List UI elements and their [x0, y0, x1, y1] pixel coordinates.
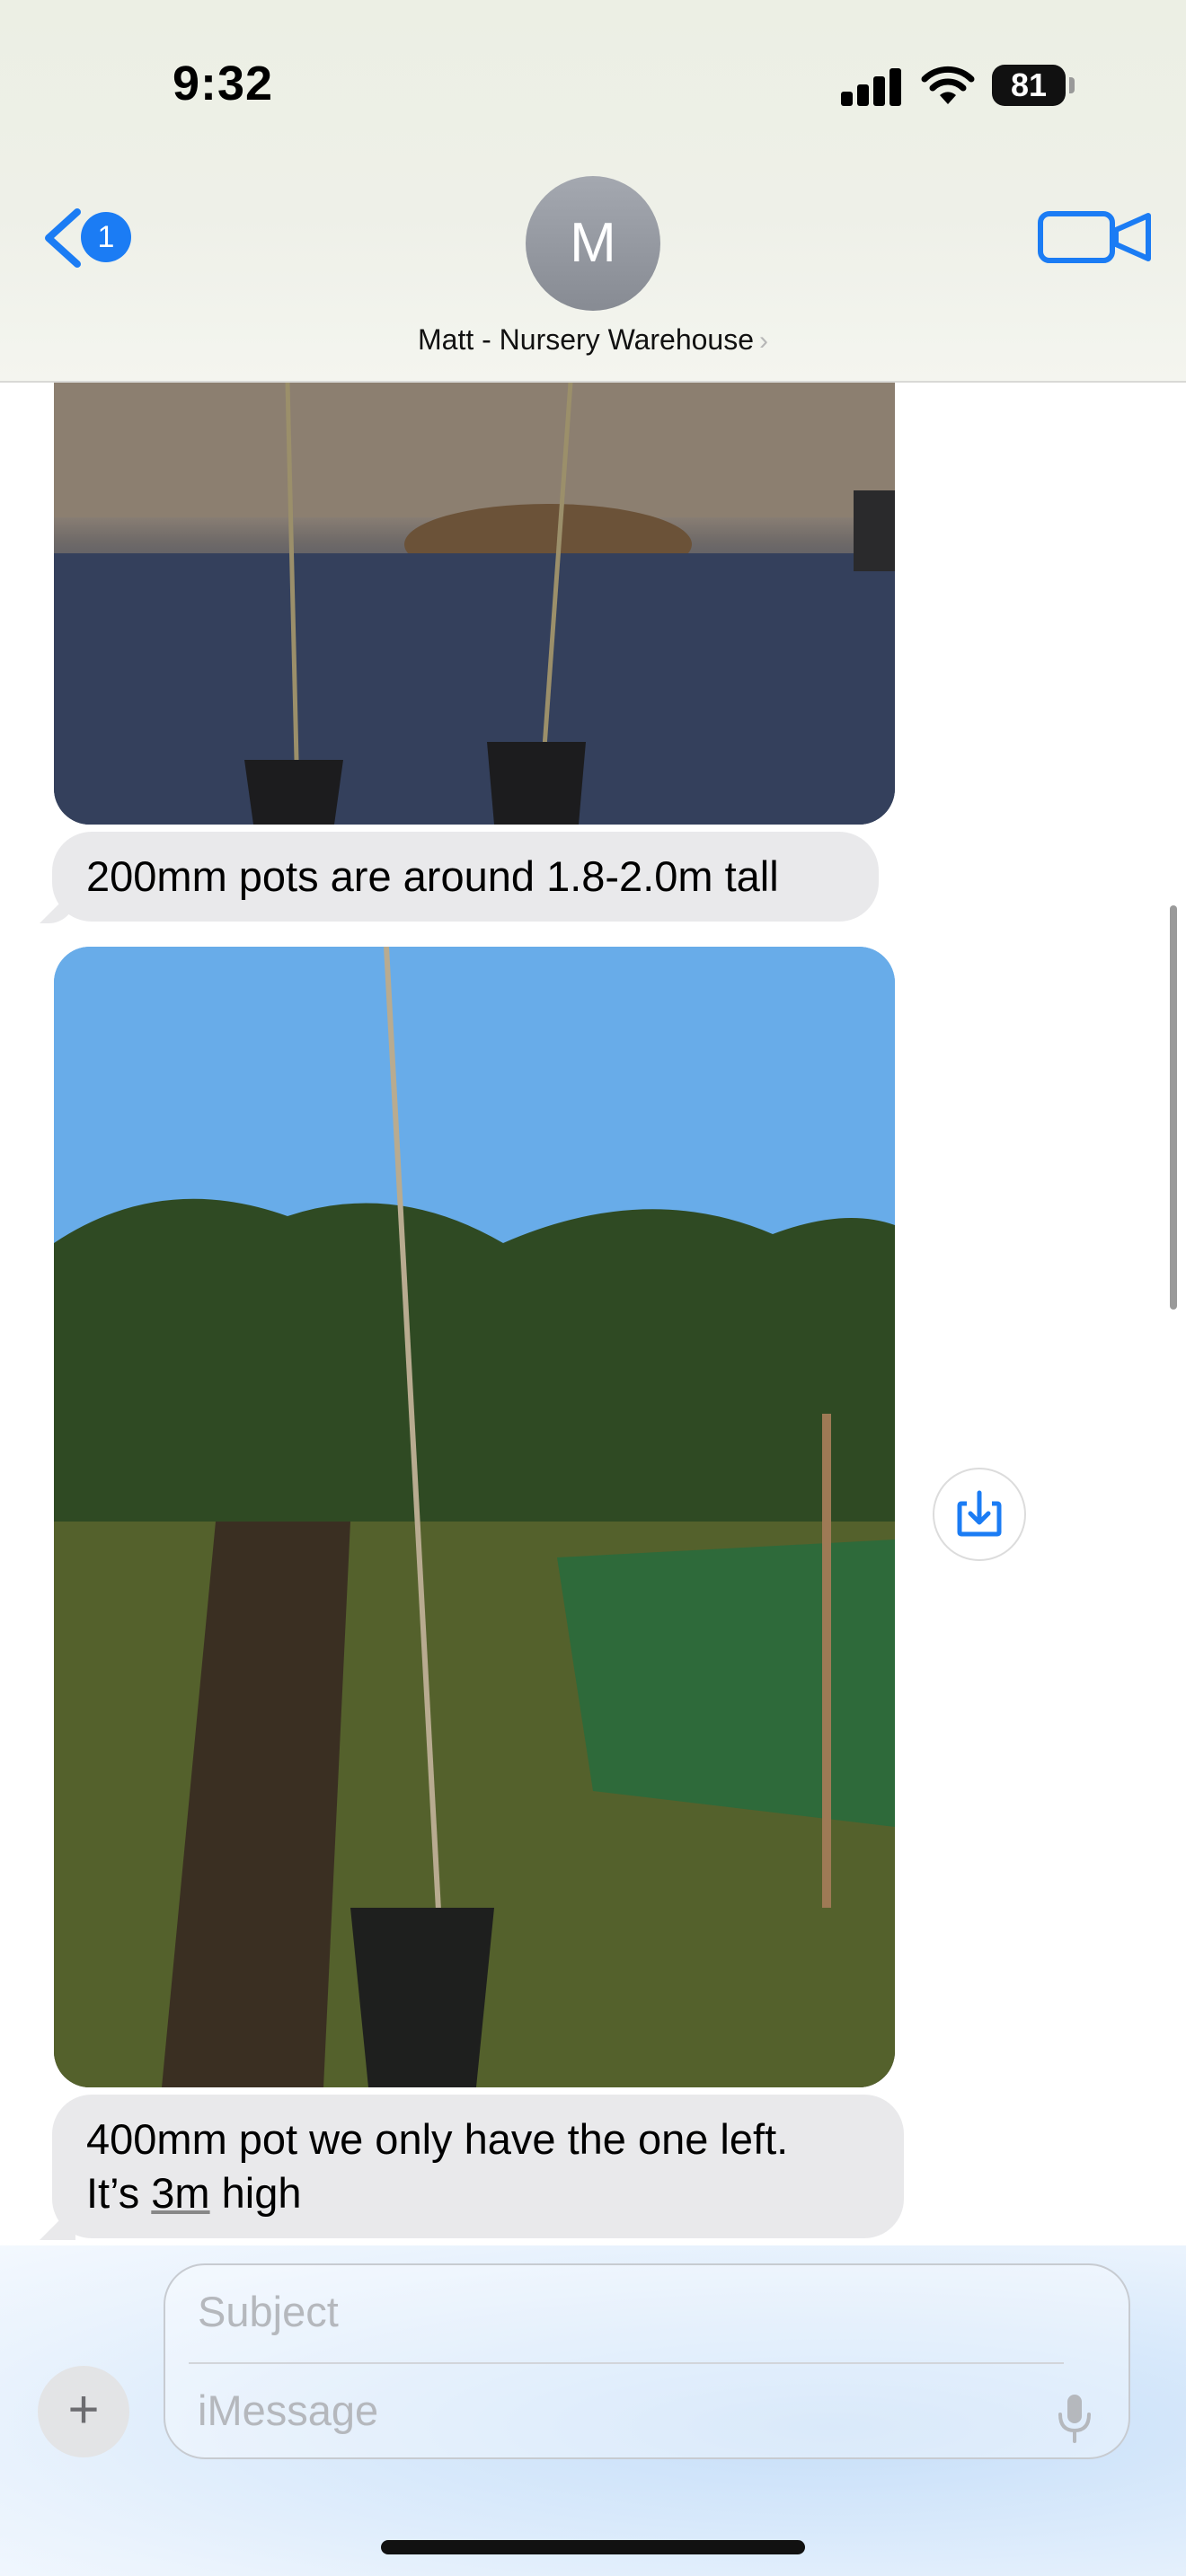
contact-name-button[interactable]: Matt - Nursery Warehouse ›: [0, 323, 1186, 357]
message-text-prefix: It’s: [86, 2169, 152, 2217]
save-download-icon: [957, 1490, 1002, 1537]
back-unread-badge[interactable]: 1: [81, 212, 131, 262]
contact-avatar[interactable]: M: [526, 176, 660, 311]
contact-name: Matt - Nursery Warehouse: [417, 323, 755, 356]
message-text: 200mm pots are around 1.8-2.0m tall: [86, 852, 779, 900]
signal-icon: [841, 68, 902, 106]
save-photo-button[interactable]: [933, 1468, 1026, 1561]
message-photo-200mm-pots[interactable]: [54, 383, 895, 825]
message-input-box[interactable]: Subject iMessage: [164, 2263, 1130, 2459]
message-text-line-1: 400mm pot we only have the one left.: [86, 2115, 789, 2163]
microphone-icon[interactable]: [1055, 2391, 1094, 2445]
message-input[interactable]: iMessage: [198, 2386, 378, 2435]
scrollbar-thumb[interactable]: [1170, 905, 1177, 1310]
message-photo-400mm-pot[interactable]: [54, 947, 895, 2087]
measurement-link[interactable]: 3m: [151, 2169, 209, 2217]
message-text-suffix: high: [209, 2169, 302, 2217]
chevron-right-icon: ›: [759, 326, 769, 356]
plus-icon[interactable]: +: [38, 2366, 129, 2457]
input-divider: [189, 2362, 1064, 2364]
home-indicator[interactable]: [381, 2540, 805, 2554]
message-bubble-received[interactable]: 400mm pot we only have the one left. It’…: [52, 2095, 904, 2238]
battery-icon: 81: [992, 65, 1066, 106]
battery-nub: [1069, 77, 1075, 93]
wifi-icon: [921, 66, 975, 104]
photo-content: [54, 947, 895, 2087]
subject-input[interactable]: Subject: [198, 2287, 339, 2336]
message-text-line-2: It’s 3m high: [86, 2166, 870, 2220]
photo-content: [54, 383, 895, 825]
conversation-header: 9:32 81 1 M Matt - Nursery Warehouse ›: [0, 0, 1186, 383]
video-camera-icon[interactable]: [1037, 210, 1155, 264]
message-bubble-received[interactable]: 200mm pots are around 1.8-2.0m tall: [52, 832, 879, 922]
status-time: 9:32: [173, 57, 274, 110]
